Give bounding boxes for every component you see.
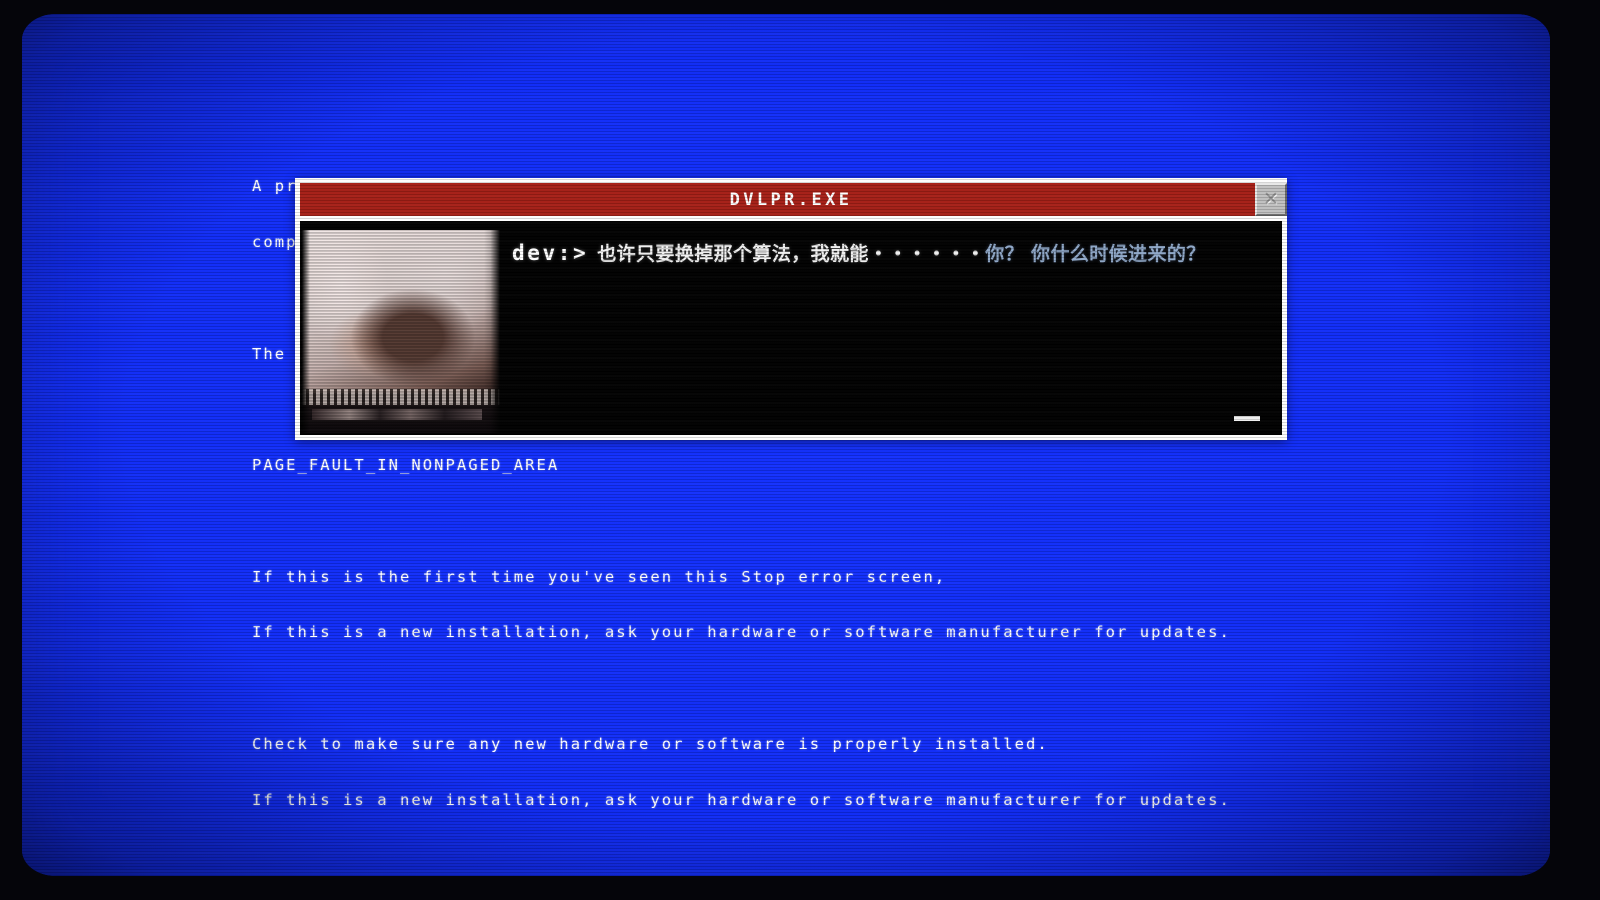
terminal-prompt: dev:> xyxy=(512,241,589,265)
dvlpr-terminal-body: dev:> 也许只要换掉那个算法，我就能・・・・・・ 你？ 你什么时候进来的？ xyxy=(300,221,1282,435)
dvlpr-window-title: DVLPR.EXE xyxy=(729,189,853,210)
crt-monitor-bezel: A problem has been detected and Terrorba… xyxy=(0,0,1600,900)
photo-scanline-overlay xyxy=(302,223,500,433)
close-icon[interactable]: ✕ xyxy=(1255,183,1287,216)
bsod-spacer xyxy=(252,512,1482,531)
dvlpr-titlebar[interactable]: DVLPR.EXE ✕ xyxy=(300,183,1287,216)
terminal-cursor xyxy=(1234,416,1260,421)
terminal-prompt-line: dev:> 也许只要换掉那个算法，我就能・・・・・・ 你？ 你什么时候进来的？ xyxy=(512,239,1272,266)
crt-screen: A problem has been detected and Terrorba… xyxy=(22,14,1550,876)
terminal-message-alt: 你？ 你什么时候进来的？ xyxy=(985,243,1206,265)
dvlpr-window[interactable]: DVLPR.EXE ✕ dev:> 也许只要换掉那个算法，我就能・・・・・・ 你… xyxy=(295,178,1287,440)
bsod-line: Check to make sure any new hardware or s… xyxy=(252,735,1049,753)
bsod-line: If this is the first time you've seen th… xyxy=(252,567,947,586)
bsod-spacer xyxy=(252,847,1482,866)
bsod-line: PAGE_FAULT_IN_NONPAGED_AREA xyxy=(252,456,560,475)
bsod-line: If this is a new installation, ask your … xyxy=(252,790,1231,809)
bsod-line: If this is a new installation, ask your … xyxy=(252,623,1231,642)
terminal-message: 也许只要换掉那个算法，我就能・・・・・・ xyxy=(597,243,986,265)
bsod-spacer xyxy=(252,679,1482,698)
developer-photo xyxy=(302,223,500,433)
